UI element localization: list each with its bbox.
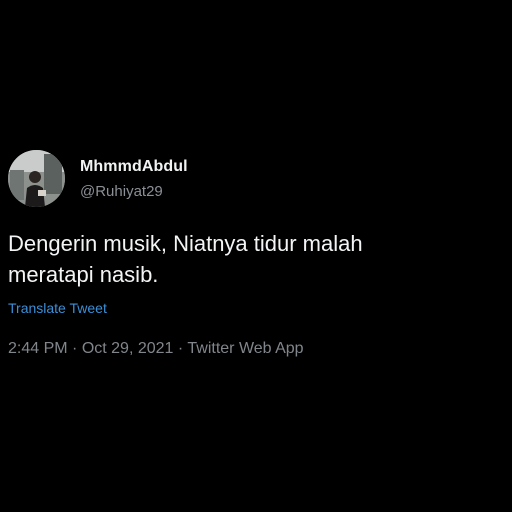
avatar[interactable] [8, 150, 65, 207]
tweet-source[interactable]: Twitter Web App [187, 340, 303, 357]
translate-tweet-link[interactable]: Translate Tweet [8, 300, 107, 316]
tweet-date[interactable]: Oct 29, 2021 [82, 340, 174, 357]
tweet-detail: MhmmdAbdul @Ruhiyat29 Dengerin musik, Ni… [0, 0, 512, 512]
author-display-name[interactable]: MhmmdAbdul [80, 158, 188, 176]
tweet-time[interactable]: 2:44 PM [8, 340, 68, 357]
tweet-text: Dengerin musik, Niatnya tidur malah mera… [8, 231, 363, 287]
meta-separator: · [173, 340, 188, 357]
author-handle[interactable]: @Ruhiyat29 [80, 183, 163, 200]
user-avatar-photo-icon [8, 150, 65, 207]
tweet-metadata: 2:44 PM · Oct 29, 2021 · Twitter Web App [8, 340, 304, 358]
meta-separator: · [67, 340, 82, 357]
